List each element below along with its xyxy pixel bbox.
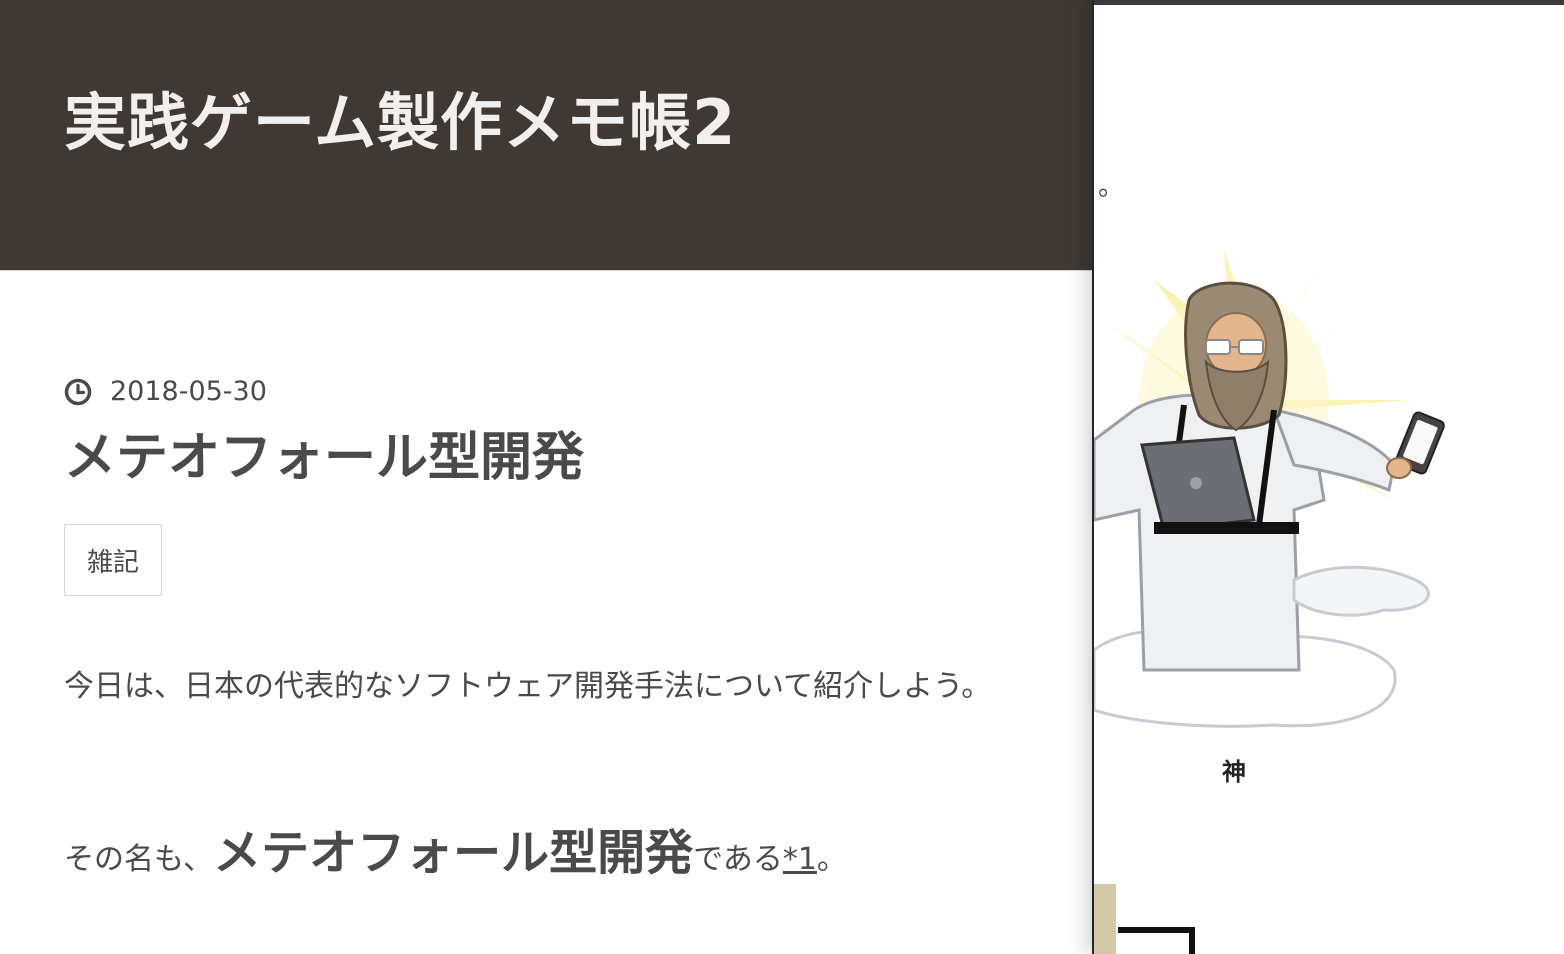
illustration-caption: 神 [1222,758,1246,786]
clock-icon [64,378,92,406]
post-title[interactable]: メテオフォール型開発 [64,429,584,487]
intro-paragraph: 今日は、日本の代表的なソフトウェア開発手法について紹介しよう。 [64,669,992,704]
next-image-frame [1094,884,1195,954]
method-suffix: である [693,842,783,877]
category-tag[interactable]: 雑記 [64,524,162,596]
method-paragraph: その名も、メテオフォール型開発である*1。 [64,826,1024,887]
blog-title[interactable]: 実践ゲーム製作メモ帳2 [64,92,736,154]
god-illustration [1094,250,1445,728]
post-date-text[interactable]: 2018-05-30 [110,376,267,407]
method-end: 。 [816,842,847,877]
method-name-emphasis: メテオフォール型開発 [213,825,694,881]
panel-top-bar [1094,0,1564,5]
post-date: 2018-05-30 [64,376,267,407]
article-pane: 実践ゲーム製作メモ帳2 2018-05-30 メテオフォール型開発 雑記 今日は… [0,0,1094,954]
footnote-link[interactable]: *1 [783,842,817,877]
method-prefix: その名も、 [64,842,214,877]
side-overlay-panel: 。 神 [1094,0,1564,954]
cut-off-text: 。 [1098,172,1125,202]
site-header: 実践ゲーム製作メモ帳2 [0,0,1094,271]
